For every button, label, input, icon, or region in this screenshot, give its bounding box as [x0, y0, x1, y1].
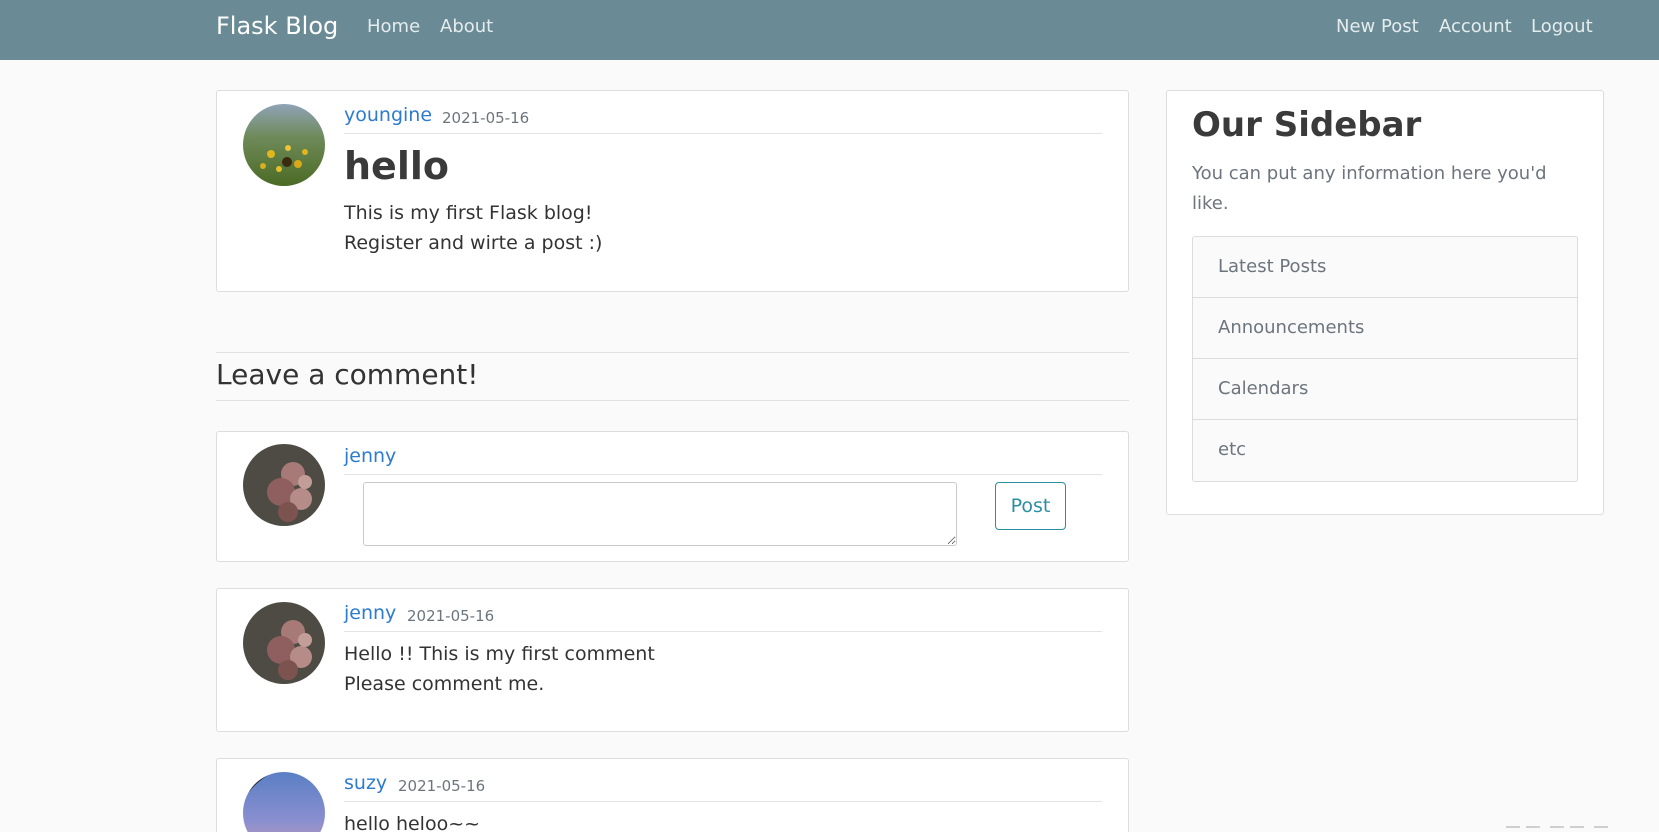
comment-avatar-image [243, 772, 325, 832]
sidebar-item-label: Latest Posts [1218, 256, 1327, 277]
sidebar-item-calendars[interactable]: Calendars [1193, 359, 1577, 420]
nav-logout-link[interactable]: Logout [1531, 16, 1593, 37]
post-meta: youngine 2021-05-16 [344, 104, 1102, 134]
commenter-avatar [243, 444, 325, 526]
comment-date: 2021-05-16 [398, 777, 486, 795]
commenter-avatar-image [243, 444, 325, 526]
sidebar-item-label: Calendars [1218, 378, 1309, 399]
sidebar-item-etc[interactable]: etc [1193, 420, 1577, 481]
comment-section-heading: Leave a comment! [216, 358, 479, 391]
comment-author-link[interactable]: jenny [344, 602, 396, 624]
post-content-line: Register and wirte a post :) [344, 232, 603, 254]
author-avatar [243, 104, 325, 186]
author-avatar-image [243, 104, 325, 186]
nav-home-link[interactable]: Home [367, 16, 420, 37]
comment-form-card: jenny Post [216, 431, 1129, 562]
sidebar-item-label: Announcements [1218, 317, 1365, 338]
post-content-line: This is my first Flask blog! [344, 202, 593, 224]
post-date: 2021-05-16 [442, 109, 530, 127]
sidebar-item-announcements[interactable]: Announcements [1193, 298, 1577, 359]
comment-date: 2021-05-16 [407, 607, 495, 625]
nav-account-link[interactable]: Account [1439, 16, 1512, 37]
post-comment-button[interactable]: Post [995, 482, 1066, 530]
comment-card: suzy 2021-05-16 hello heloo~~ [216, 758, 1129, 832]
comment-content-line: hello heloo~~ [344, 813, 481, 832]
brand-link[interactable]: Flask Blog [216, 12, 338, 40]
post-title[interactable]: hello [344, 144, 449, 188]
comment-author-link[interactable]: suzy [344, 772, 387, 794]
sidebar-card: Our Sidebar You can put any information … [1166, 90, 1604, 515]
comment-form-meta: jenny [344, 445, 1102, 475]
post-author-link[interactable]: youngine [344, 104, 432, 126]
comment-meta: suzy 2021-05-16 [344, 772, 1102, 802]
nav-new-post-link[interactable]: New Post [1336, 16, 1419, 37]
comment-avatar-image [243, 602, 325, 684]
sidebar-description: You can put any information here you'd l… [1192, 163, 1547, 214]
comment-content-line: Please comment me. [344, 673, 545, 695]
comment-textarea[interactable] [363, 482, 957, 546]
comment-content-line: Hello !! This is my first comment [344, 643, 655, 665]
section-divider-bottom [216, 400, 1129, 401]
comment-avatar [243, 602, 325, 684]
post-card: youngine 2021-05-16 hello This is my fir… [216, 90, 1129, 292]
sidebar-item-label: etc [1218, 439, 1247, 460]
sidebar-title: Our Sidebar [1192, 105, 1422, 145]
nav-about-link[interactable]: About [440, 16, 493, 37]
comment-form-author-link[interactable]: jenny [344, 445, 396, 467]
sidebar-item-latest-posts[interactable]: Latest Posts [1193, 237, 1577, 298]
comment-avatar [243, 772, 325, 832]
navbar: Flask Blog Home About New Post Account L… [0, 0, 1659, 60]
watermark-fragment [1506, 826, 1608, 828]
section-divider-top [216, 352, 1129, 353]
sidebar-list: Latest Posts Announcements Calendars etc [1192, 236, 1578, 482]
comment-meta: jenny 2021-05-16 [344, 602, 1102, 632]
comment-card: jenny 2021-05-16 Hello !! This is my fir… [216, 588, 1129, 732]
